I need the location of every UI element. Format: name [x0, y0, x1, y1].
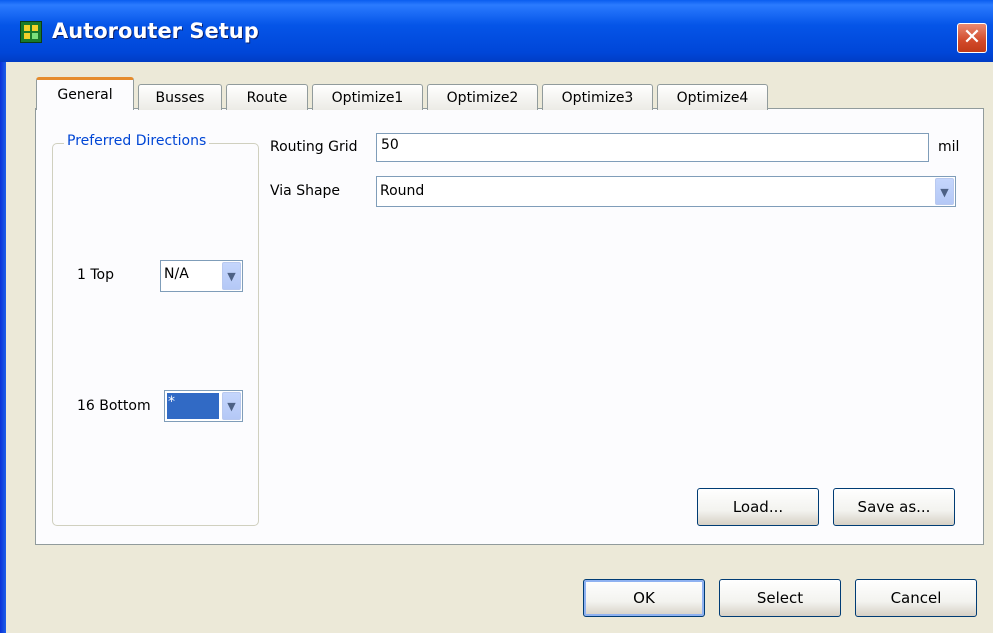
load-button[interactable]: Load... [697, 488, 819, 526]
layer-1-top-label: 1 Top [77, 267, 114, 283]
via-shape-label: Via Shape [270, 183, 341, 199]
tab-route[interactable]: Route [226, 84, 308, 110]
via-shape-value: Round [380, 183, 425, 199]
via-shape-select[interactable]: Round ▼ [376, 176, 956, 207]
select-button[interactable]: Select [719, 579, 841, 617]
tab-optimize3[interactable]: Optimize3 [542, 84, 653, 110]
title-bar[interactable]: Autorouter Setup ✕ [0, 0, 993, 62]
save-as-button[interactable]: Save as... [833, 488, 955, 526]
window-title: Autorouter Setup [52, 19, 259, 43]
chevron-down-icon[interactable]: ▼ [222, 262, 241, 290]
chevron-down-icon[interactable]: ▼ [222, 392, 241, 420]
preferred-directions-title: Preferred Directions [64, 133, 210, 149]
tab-optimize1[interactable]: Optimize1 [312, 84, 423, 110]
routing-grid-value[interactable] [381, 137, 921, 153]
layer-16-bottom-label: 16 Bottom [77, 398, 151, 414]
cancel-button[interactable]: Cancel [855, 579, 977, 617]
window-frame-left [0, 0, 6, 633]
tab-general[interactable]: General [36, 77, 134, 110]
tab-busses[interactable]: Busses [138, 84, 222, 110]
layer-1-direction-select[interactable]: N/A ▼ [160, 260, 243, 292]
tab-optimize4[interactable]: Optimize4 [657, 84, 768, 110]
routing-grid-unit: mil [938, 139, 960, 155]
layer-16-direction-value: * [168, 394, 175, 410]
close-button[interactable]: ✕ [957, 23, 987, 53]
layer-1-direction-value: N/A [164, 266, 189, 282]
tab-optimize2[interactable]: Optimize2 [427, 84, 538, 110]
pcb-board-icon [20, 21, 42, 43]
ok-button[interactable]: OK [583, 579, 705, 617]
preferred-directions-group [52, 143, 259, 526]
routing-grid-label: Routing Grid [270, 139, 358, 155]
close-icon: ✕ [962, 25, 982, 50]
layer-16-direction-select[interactable]: * ▼ [164, 390, 243, 422]
routing-grid-input[interactable] [376, 133, 929, 162]
chevron-down-icon[interactable]: ▼ [935, 178, 954, 205]
